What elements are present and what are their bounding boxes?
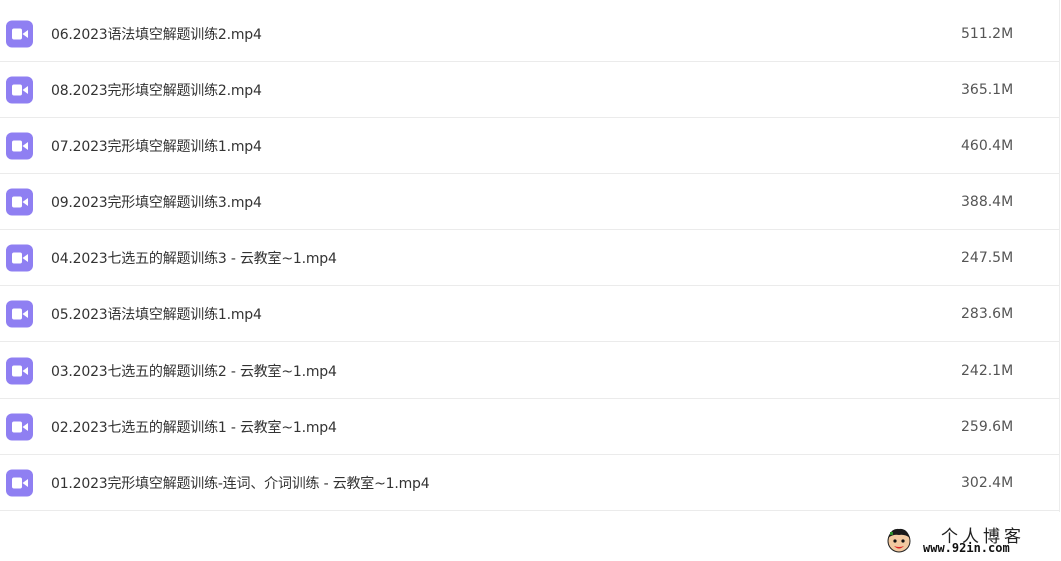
file-row[interactable]: 05.2023语法填空解题训练1.mp4 283.6M [0, 286, 1059, 342]
file-name: 05.2023语法填空解题训练1.mp4 [51, 306, 262, 323]
file-size: 247.5M [961, 249, 1014, 266]
video-file-icon [6, 300, 33, 327]
watermark-url: www.92in.com [923, 541, 1010, 555]
file-row[interactable]: 03.2023七选五的解题训练2 - 云教室~1.mp4 242.1M [0, 343, 1059, 399]
file-list: 06.2023语法填空解题训练2.mp4 511.2M 08.2023完形填空解… [0, 0, 1060, 512]
file-name: 06.2023语法填空解题训练2.mp4 [51, 26, 262, 43]
file-row[interactable]: 07.2023完形填空解题训练1.mp4 460.4M [0, 118, 1059, 174]
file-row[interactable]: 02.2023七选五的解题训练1 - 云教室~1.mp4 259.6M [0, 399, 1059, 455]
file-size: 511.2M [961, 25, 1014, 42]
file-name: 08.2023完形填空解题训练2.mp4 [51, 82, 262, 99]
video-file-icon [6, 188, 33, 215]
file-size: 242.1M [961, 362, 1014, 379]
video-file-icon [6, 244, 33, 271]
file-size: 302.4M [961, 474, 1014, 491]
video-file-icon [6, 76, 33, 103]
file-row[interactable]: 04.2023七选五的解题训练3 - 云教室~1.mp4 247.5M [0, 230, 1059, 286]
file-name: 09.2023完形填空解题训练3.mp4 [51, 194, 262, 211]
file-size: 388.4M [961, 193, 1014, 210]
file-size: 460.4M [961, 137, 1014, 154]
watermark: 个人博客 www.92in.com [885, 520, 1055, 558]
video-file-icon [6, 132, 33, 159]
file-size: 259.6M [961, 418, 1014, 435]
file-name: 07.2023完形填空解题训练1.mp4 [51, 138, 262, 155]
file-size: 365.1M [961, 81, 1014, 98]
video-file-icon [6, 469, 33, 496]
video-file-icon [6, 413, 33, 440]
file-name: 02.2023七选五的解题训练1 - 云教室~1.mp4 [51, 419, 337, 436]
file-row[interactable]: 08.2023完形填空解题训练2.mp4 365.1M [0, 62, 1059, 118]
file-row[interactable]: 06.2023语法填空解题训练2.mp4 511.2M [0, 6, 1059, 62]
file-name: 04.2023七选五的解题训练3 - 云教室~1.mp4 [51, 250, 337, 267]
cartoon-face-logo [885, 526, 913, 554]
file-size: 283.6M [961, 305, 1014, 322]
video-file-icon [6, 20, 33, 47]
file-name: 03.2023七选五的解题训练2 - 云教室~1.mp4 [51, 363, 337, 380]
file-row[interactable]: 09.2023完形填空解题训练3.mp4 388.4M [0, 174, 1059, 230]
file-row[interactable]: 01.2023完形填空解题训练-连词、介词训练 - 云教室~1.mp4 302.… [0, 455, 1059, 511]
video-file-icon [6, 357, 33, 384]
file-name: 01.2023完形填空解题训练-连词、介词训练 - 云教室~1.mp4 [51, 475, 430, 492]
